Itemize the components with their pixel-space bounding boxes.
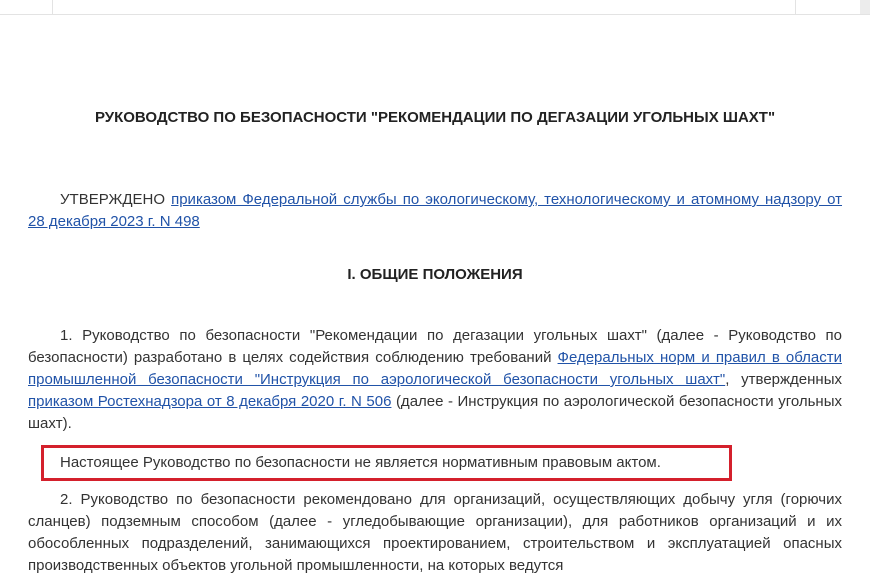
toolbar-divider [795,0,796,14]
scrollbar-corner [860,0,870,14]
approval-statement: УТВЕРЖДЕНО приказом Федеральной службы п… [28,189,842,233]
non-normative-notice: Настоящее Руководство по безопасности не… [60,454,661,471]
section-title: I. ОБЩИЕ ПОЛОЖЕНИЯ [347,266,523,283]
paragraph-2-text: 2. Руководство по безопасности рекомендо… [28,491,842,574]
paragraph-1: 1. Руководство по безопасности "Рекоменд… [28,325,842,435]
toolbar-divider [52,0,53,14]
approval-prefix: УТВЕРЖДЕНО [60,191,172,208]
paragraph-2: 2. Руководство по безопасности рекомендо… [28,489,842,577]
top-toolbar-strip [0,0,870,15]
paragraph-1-text-b: , утвержденных [725,371,842,388]
rostekhnadzor-order-link[interactable]: приказом Ростехнадзора от 8 декабря 2020… [28,393,391,410]
document-title: РУКОВОДСТВО ПО БЕЗОПАСНОСТИ "РЕКОМЕНДАЦИ… [94,109,776,126]
